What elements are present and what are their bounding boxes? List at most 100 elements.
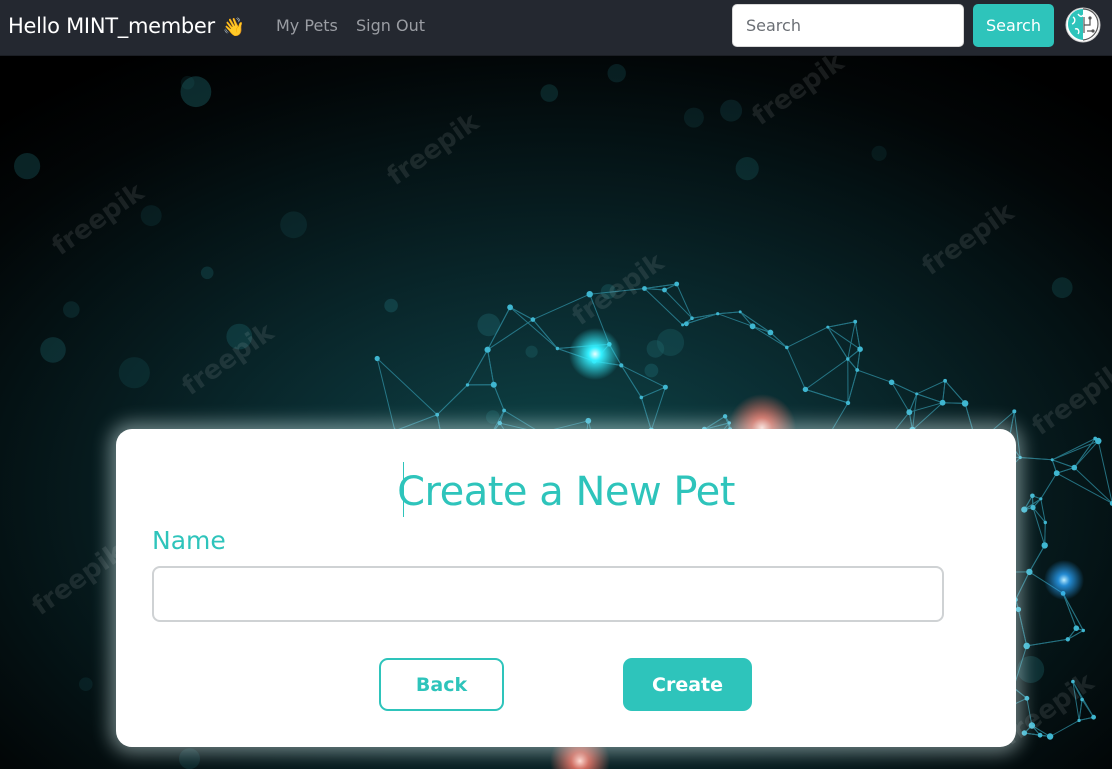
bokeh-dot xyxy=(140,205,162,227)
bokeh-dot xyxy=(1051,277,1073,299)
glow-spot xyxy=(569,328,621,380)
network-line xyxy=(1051,438,1096,461)
network-line xyxy=(847,358,858,371)
network-node xyxy=(507,304,513,311)
network-node xyxy=(674,281,680,287)
brain-logo-icon[interactable] xyxy=(1063,5,1103,45)
network-node xyxy=(1012,409,1017,414)
bokeh-dot xyxy=(871,145,887,161)
network-node xyxy=(1026,568,1033,576)
network-line xyxy=(916,380,946,395)
network-node xyxy=(681,323,685,327)
network-line xyxy=(1017,609,1028,647)
network-node xyxy=(888,379,895,386)
greeting: Hello MINT_member 👋 xyxy=(8,13,245,41)
bokeh-dot xyxy=(180,75,195,90)
network-line xyxy=(717,311,741,315)
freepik-watermark: freepik xyxy=(1027,357,1112,442)
network-node xyxy=(738,310,742,314)
freepik-watermark: freepik xyxy=(747,56,850,132)
create-button[interactable]: Create xyxy=(623,658,752,711)
network-line xyxy=(827,326,849,360)
network-line xyxy=(1026,638,1068,647)
page-title: Create a New Pet xyxy=(397,469,735,515)
network-line xyxy=(916,393,943,404)
network-node xyxy=(555,346,560,351)
network-node xyxy=(785,345,789,350)
network-node xyxy=(585,417,592,424)
network-node xyxy=(857,346,863,353)
network-node xyxy=(906,409,913,416)
freepik-watermark: freepik xyxy=(27,537,130,622)
network-node xyxy=(846,357,850,361)
network-line xyxy=(856,349,861,371)
network-line xyxy=(1032,507,1046,546)
create-pet-card: Create a New Pet Name Back Create xyxy=(116,429,1016,747)
network-line xyxy=(942,380,946,403)
network-line xyxy=(1052,459,1075,469)
network-node xyxy=(374,355,380,362)
search-input[interactable] xyxy=(732,4,964,47)
network-line xyxy=(376,358,396,431)
network-line xyxy=(1040,498,1046,523)
network-line xyxy=(1073,438,1096,468)
bokeh-dot xyxy=(540,84,559,102)
bokeh-dot xyxy=(607,64,626,83)
network-node xyxy=(465,383,470,387)
network-node xyxy=(1030,493,1035,499)
network-node xyxy=(939,399,946,406)
network-line xyxy=(786,347,806,390)
network-line xyxy=(752,325,788,348)
back-button[interactable]: Back xyxy=(379,658,504,711)
network-node xyxy=(943,378,947,383)
nav-link-sign-out[interactable]: Sign Out xyxy=(356,16,425,36)
network-line xyxy=(1040,472,1058,500)
waving-hand-icon: 👋 xyxy=(222,17,245,38)
search-button[interactable]: Search xyxy=(973,4,1054,47)
top-navbar: Hello MINT_member 👋 My Pets Sign Out Sear… xyxy=(0,0,1112,56)
network-node xyxy=(1077,718,1081,723)
network-node xyxy=(1021,506,1028,513)
network-line xyxy=(376,358,438,416)
network-line xyxy=(857,369,892,383)
bokeh-dot xyxy=(525,345,538,358)
network-line xyxy=(827,326,861,350)
network-node xyxy=(961,400,969,407)
network-node xyxy=(502,408,506,413)
freepik-watermark: freepik xyxy=(177,317,280,402)
network-node xyxy=(684,321,689,327)
bokeh-dot xyxy=(63,301,80,318)
network-node xyxy=(1041,542,1048,549)
network-line xyxy=(1015,571,1030,600)
network-node xyxy=(435,412,440,417)
bokeh-dot xyxy=(1017,656,1045,683)
network-node xyxy=(722,414,728,419)
bokeh-dot xyxy=(384,298,398,313)
network-node xyxy=(802,386,809,393)
network-line xyxy=(650,387,666,431)
freepik-watermark: freepik xyxy=(917,197,1020,282)
network-node xyxy=(1065,637,1071,642)
network-line xyxy=(847,369,858,404)
network-line xyxy=(942,402,966,404)
network-node xyxy=(619,363,624,368)
network-node xyxy=(530,317,536,322)
network-node xyxy=(1073,625,1080,631)
bokeh-dot xyxy=(179,748,200,769)
network-node xyxy=(826,325,830,329)
name-input[interactable] xyxy=(152,566,944,622)
network-node xyxy=(1091,714,1096,720)
network-line xyxy=(1020,457,1053,461)
network-node xyxy=(1018,455,1022,460)
network-line xyxy=(1073,440,1099,468)
network-node xyxy=(915,392,919,396)
freepik-watermark: freepik xyxy=(382,107,485,192)
network-node xyxy=(1015,606,1022,613)
nav-link-my-pets[interactable]: My Pets xyxy=(276,16,338,36)
network-line xyxy=(944,380,966,404)
network-line xyxy=(786,326,829,348)
network-node xyxy=(853,319,858,324)
network-line xyxy=(704,415,726,430)
network-node xyxy=(1071,464,1078,471)
bokeh-dot xyxy=(735,157,759,181)
